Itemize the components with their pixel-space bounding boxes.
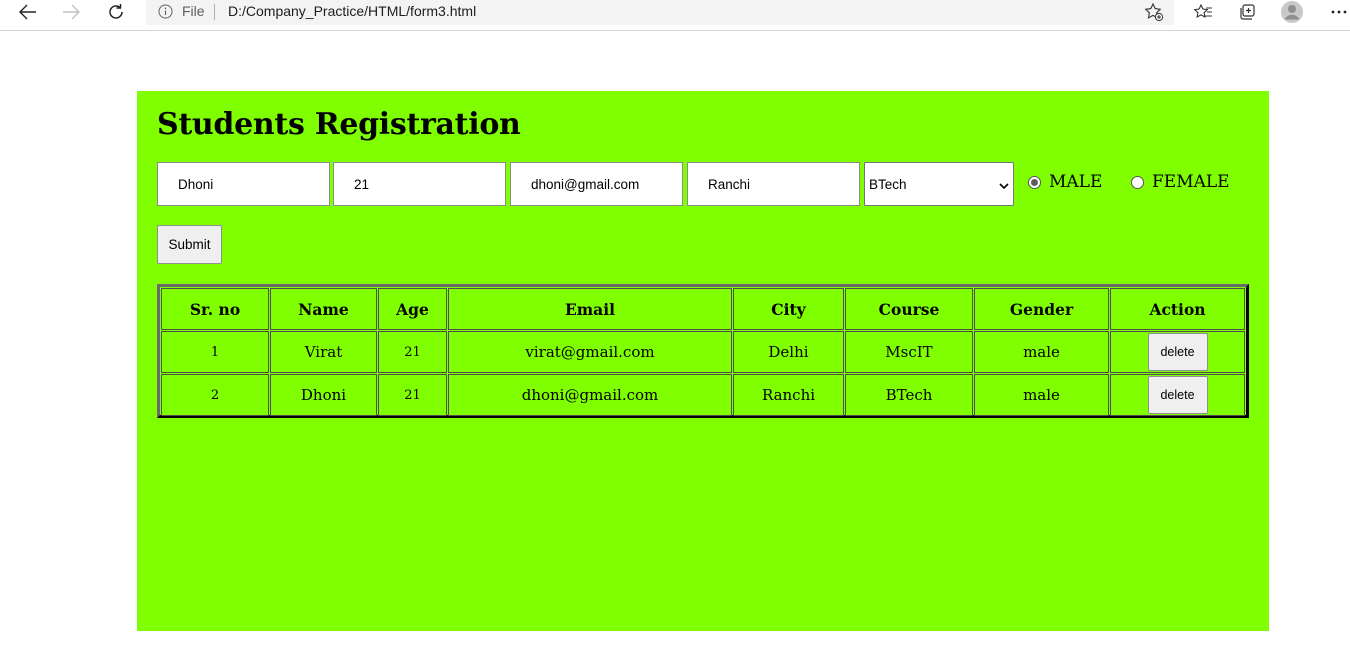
cell-age: 21 [378,331,447,373]
cell-sr-no: 2 [161,374,269,416]
header-course: Course [845,288,973,330]
delete-button[interactable]: delete [1147,333,1208,371]
header-email: Email [448,288,732,330]
students-table: Sr. no Name Age Email City Course Gender… [157,284,1249,418]
cell-action: delete [1110,331,1245,373]
radio-male-label: MALE [1049,172,1103,192]
registration-panel: Students Registration BTech MALE FEMALE … [137,91,1269,631]
email-input[interactable] [510,162,683,206]
course-select[interactable]: BTech [864,162,1014,206]
profile-avatar-icon[interactable] [1278,0,1306,24]
more-icon[interactable] [1325,0,1350,24]
table-row: 2 Dhoni 21 dhoni@gmail.com Ranchi BTech … [161,374,1245,416]
cell-gender: male [974,331,1109,373]
city-input[interactable] [687,162,860,206]
age-input[interactable] [333,162,506,206]
cell-action: delete [1110,374,1245,416]
cell-sr-no: 1 [161,331,269,373]
page-title: Students Registration [157,107,521,142]
radio-female-label: FEMALE [1152,172,1230,192]
radio-female-control[interactable] [1131,175,1144,189]
cell-age: 21 [378,374,447,416]
course-selected-value: BTech [869,176,907,192]
cell-course: MscIT [845,331,973,373]
back-icon[interactable] [14,0,42,24]
cell-city: Delhi [733,331,844,373]
gender-radio-female[interactable]: FEMALE [1131,172,1230,192]
header-age: Age [378,288,447,330]
header-action: Action [1110,288,1245,330]
collections-icon[interactable] [1233,0,1261,24]
header-city: City [733,288,844,330]
chevron-down-icon [999,177,1009,192]
radio-male-control[interactable] [1028,175,1041,189]
address-separator [214,4,215,20]
cell-name: Virat [270,331,377,373]
favorites-icon[interactable] [1189,0,1217,24]
refresh-icon[interactable] [102,0,130,24]
cell-name: Dhoni [270,374,377,416]
header-name: Name [270,288,377,330]
cell-course: BTech [845,374,973,416]
cell-email: dhoni@gmail.com [448,374,732,416]
address-bar[interactable]: File D:/Company_Practice/HTML/form3.html [146,0,1174,25]
browser-toolbar: File D:/Company_Practice/HTML/form3.html [0,0,1350,31]
gender-radio-male[interactable]: MALE [1028,172,1102,192]
info-icon[interactable] [158,4,173,24]
name-input[interactable] [157,162,330,206]
url-text[interactable]: D:/Company_Practice/HTML/form3.html [228,3,476,19]
delete-button[interactable]: delete [1147,376,1208,414]
url-scheme-label: File [182,3,205,19]
header-sr-no: Sr. no [161,288,269,330]
cell-gender: male [974,374,1109,416]
cell-email: virat@gmail.com [448,331,732,373]
table-row: 1 Virat 21 virat@gmail.com Delhi MscIT m… [161,331,1245,373]
forward-icon[interactable] [57,0,85,24]
favorite-add-icon[interactable] [1144,2,1164,27]
submit-button[interactable]: Submit [157,225,222,264]
table-header-row: Sr. no Name Age Email City Course Gender… [161,288,1245,330]
header-gender: Gender [974,288,1109,330]
cell-city: Ranchi [733,374,844,416]
